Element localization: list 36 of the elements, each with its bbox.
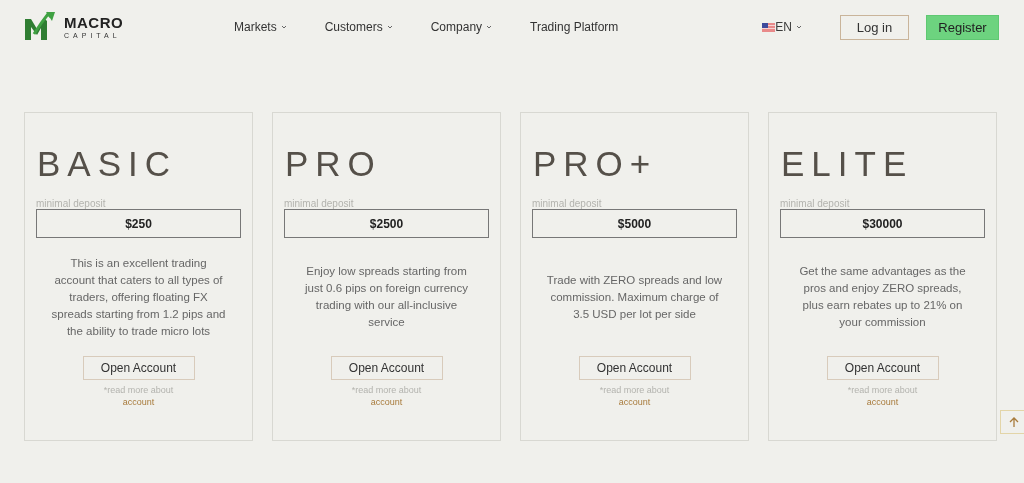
deposit-label: minimal deposit <box>36 198 106 209</box>
deposit-label: minimal deposit <box>284 198 354 209</box>
plan-description: Enjoy low spreads starting from just 0.6 pips on foreign currency trading with our all-inclusive service <box>303 264 469 330</box>
open-account-button[interactable]: Open Account <box>82 356 195 380</box>
deposit-amount: $30000 <box>780 209 985 238</box>
account-link[interactable]: account <box>618 397 651 407</box>
nav-link[interactable]: Markets <box>234 20 287 34</box>
language-selector[interactable]: EN <box>775 20 802 34</box>
open-account-button[interactable]: Open Account <box>330 356 443 380</box>
deposit-amount: $5000 <box>532 209 737 238</box>
plan-description: Get the same advantages as the pros and enjoy ZERO spreads, plus earn rebates up to 21% on your commission <box>798 264 967 330</box>
plan-title: PRO <box>285 146 382 181</box>
caret-icon <box>796 25 802 29</box>
login-button[interactable]: Log in <box>840 14 909 40</box>
deposit-label: minimal deposit <box>532 198 602 209</box>
register-button[interactable]: Register <box>926 14 999 40</box>
nav-link[interactable]: Company <box>430 20 493 34</box>
logo-name: MACRO <box>64 15 124 30</box>
plan-title: BASIC <box>37 146 178 181</box>
nav-link[interactable]: Trading Platform <box>530 20 619 34</box>
flag-icon <box>762 22 776 32</box>
deposit-amount: $2500 <box>284 209 489 238</box>
nav-link[interactable]: Customers <box>324 20 393 34</box>
open-account-button[interactable]: Open Account <box>826 356 939 380</box>
deposit-amount: $250 <box>36 209 241 238</box>
account-link[interactable]: account <box>370 397 403 407</box>
plan-description: Trade with ZERO spreads and low commission. Maximum charge of 3.5 USD per lot per side <box>546 272 723 322</box>
plan-title: ELITE <box>781 146 914 181</box>
open-account-button[interactable]: Open Account <box>578 356 691 380</box>
arrow-up-icon <box>1009 416 1019 428</box>
scroll-to-top-button[interactable] <box>1000 410 1024 434</box>
plan-description: This is an excellent trading account that caters to all types of traders, offering floating FX spreads starting from 1.2 pips and the ability to trade micro lots <box>50 255 227 339</box>
deposit-label: minimal deposit <box>780 198 850 209</box>
account-link[interactable]: account <box>122 397 155 407</box>
plan-title: PRO+ <box>533 146 658 181</box>
account-link[interactable]: account <box>866 397 899 407</box>
